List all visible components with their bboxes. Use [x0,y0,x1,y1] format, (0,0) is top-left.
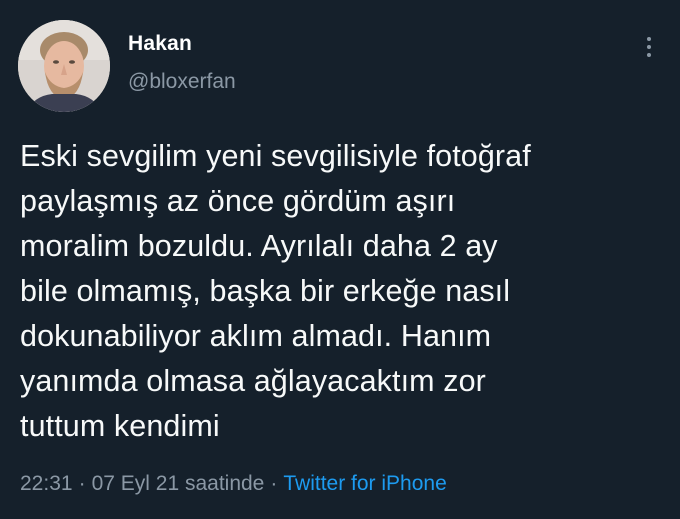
user-handle[interactable]: @bloxerfan [128,70,236,94]
tweet-text: Eski sevgilim yeni sevgilisiyle fotoğraf… [20,139,531,443]
tweet-card: Hakan @bloxerfan Eski sevgilim yeni sevg… [0,0,680,519]
meta-separator: · [270,472,278,495]
tweet-date[interactable]: 07 Eyl 21 saatinde [92,472,265,495]
more-vertical-icon-dot [647,53,651,57]
display-name[interactable]: Hakan [128,32,192,56]
meta-separator: · [78,472,86,495]
tweet-time[interactable]: 22:31 [20,472,73,495]
user-photo-avatar-icon [18,20,110,112]
avatar[interactable] [18,20,110,112]
tweet-meta: 22:31 · 07 Eyl 21 saatinde · Twitter for iPh… [20,472,447,496]
more-vertical-icon [647,37,651,41]
more-vertical-icon-dot [647,45,651,49]
more-options-button[interactable] [638,30,660,64]
tweet-source-link[interactable]: Twitter for iPhone [283,472,446,495]
